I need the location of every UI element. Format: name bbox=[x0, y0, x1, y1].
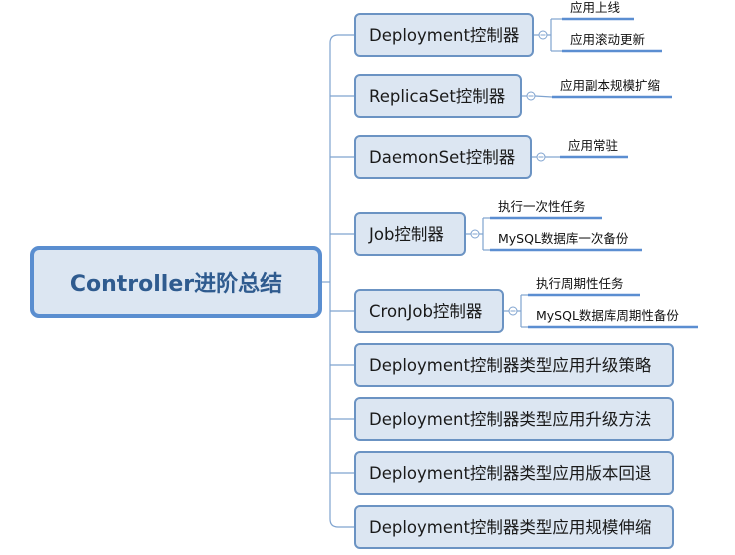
branch-node[interactable]: CronJob控制器 bbox=[354, 289, 504, 333]
branch-node[interactable]: Deployment控制器类型应用升级策略 bbox=[354, 343, 674, 387]
collapse-toggle[interactable] bbox=[470, 229, 480, 239]
leaf-label: MySQL数据库周期性备份 bbox=[536, 308, 679, 323]
leaf-label: 应用副本规模扩缩 bbox=[560, 78, 660, 93]
collapse-toggle[interactable] bbox=[508, 306, 518, 316]
collapse-toggle[interactable] bbox=[526, 91, 536, 101]
collapse-toggle[interactable] bbox=[538, 30, 548, 40]
leaf-label: MySQL数据库一次备份 bbox=[498, 231, 629, 246]
leaf-node[interactable]: 执行周期性任务 bbox=[528, 276, 640, 297]
branch-label: CronJob控制器 bbox=[369, 302, 483, 321]
branch-node[interactable]: Job控制器 bbox=[354, 212, 466, 256]
leaf-label: 执行周期性任务 bbox=[536, 276, 624, 291]
leaf-label: 应用常驻 bbox=[568, 138, 619, 153]
leaf-node[interactable]: 应用常驻 bbox=[560, 138, 628, 159]
branch-label: Deployment控制器类型应用规模伸缩 bbox=[369, 518, 651, 537]
root-title: Controller进阶总结 bbox=[70, 271, 282, 297]
branch-node[interactable]: DaemonSet控制器 bbox=[354, 135, 532, 179]
leaf-label: 应用滚动更新 bbox=[570, 32, 645, 47]
branch-node[interactable]: Deployment控制器 bbox=[354, 13, 534, 57]
leaf-node[interactable]: MySQL数据库一次备份 bbox=[490, 231, 642, 252]
branch-label: DaemonSet控制器 bbox=[369, 148, 516, 167]
branch-label: ReplicaSet控制器 bbox=[369, 87, 506, 106]
leaf-label: 应用上线 bbox=[570, 0, 621, 15]
branch-label: Deployment控制器 bbox=[369, 26, 520, 45]
branch-label: Job控制器 bbox=[368, 225, 444, 244]
leaf-label: 执行一次性任务 bbox=[498, 199, 586, 214]
root-node[interactable]: Controller进阶总结 bbox=[30, 246, 322, 318]
leaf-node[interactable]: MySQL数据库周期性备份 bbox=[528, 308, 698, 329]
leaf-node[interactable]: 应用上线 bbox=[562, 0, 634, 21]
leaf-connector bbox=[534, 95, 553, 98]
branch-label: Deployment控制器类型应用升级策略 bbox=[369, 356, 652, 375]
branch-node[interactable]: Deployment控制器类型应用规模伸缩 bbox=[354, 505, 674, 549]
mind-map: Controller进阶总结 Deployment控制器 ReplicaSet控制… bbox=[30, 0, 698, 549]
branch-node[interactable]: ReplicaSet控制器 bbox=[354, 74, 522, 118]
collapse-toggle[interactable] bbox=[536, 152, 546, 162]
leaf-node[interactable]: 应用滚动更新 bbox=[562, 32, 662, 53]
branch-node[interactable]: Deployment控制器类型应用升级方法 bbox=[354, 397, 674, 441]
trunk-connector bbox=[329, 34, 355, 528]
branch-nodes: Deployment控制器 ReplicaSet控制器 DaemonSet控制器 Jo… bbox=[354, 13, 674, 549]
branch-node[interactable]: Deployment控制器类型应用版本回退 bbox=[354, 451, 674, 495]
leaf-node[interactable]: 应用副本规模扩缩 bbox=[552, 78, 672, 99]
leaf-node[interactable]: 执行一次性任务 bbox=[490, 199, 602, 220]
branch-label: Deployment控制器类型应用版本回退 bbox=[369, 464, 651, 483]
branch-label: Deployment控制器类型应用升级方法 bbox=[369, 410, 651, 429]
